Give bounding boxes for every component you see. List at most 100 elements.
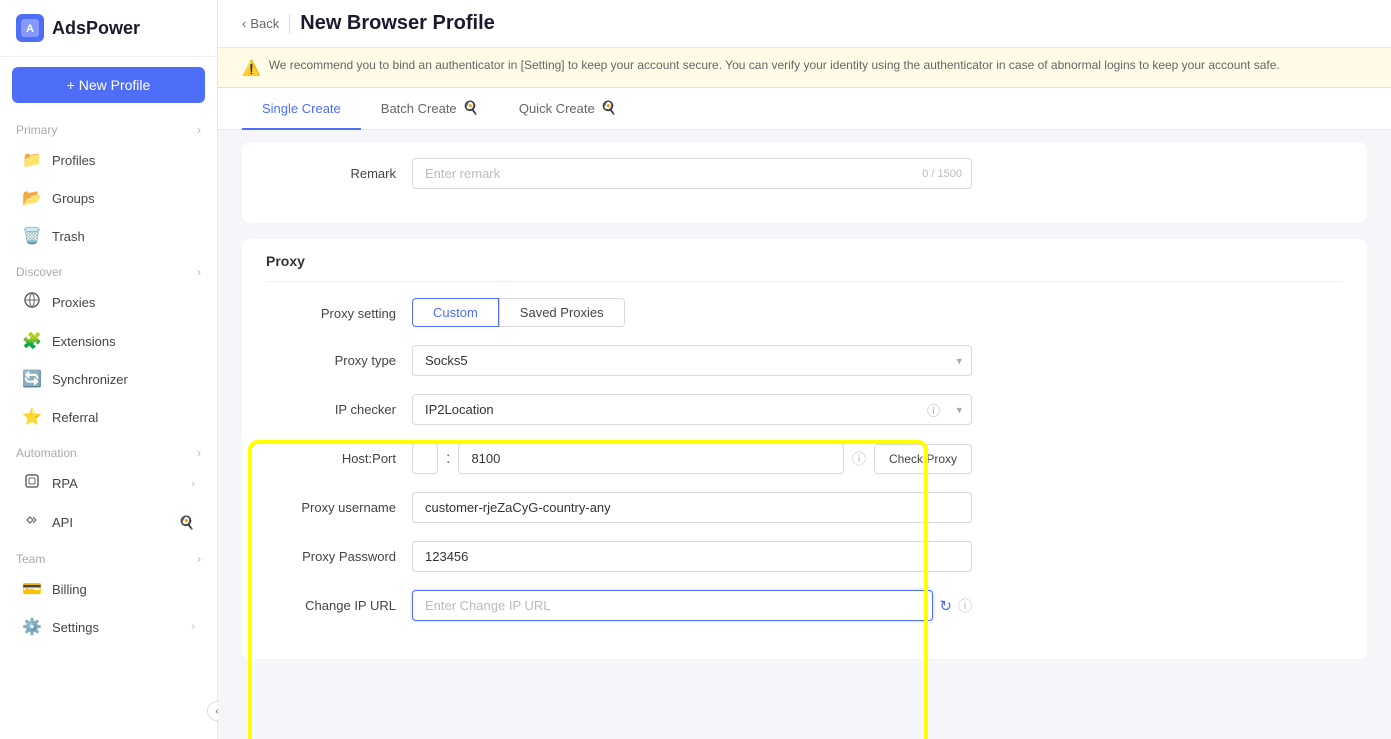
ip-checker-select-wrapper: IP2Location ipinfo.io ipapi.co ⓘ ▾	[412, 394, 972, 425]
host-port-label: Host:Port	[266, 443, 396, 466]
tab-batch-create[interactable]: Batch Create 🍳	[361, 88, 499, 130]
proxy-type-select[interactable]: Socks5 HTTP HTTPS SOCKS4	[412, 345, 972, 376]
ip-checker-control: IP2Location ipinfo.io ipapi.co ⓘ ▾	[412, 394, 972, 425]
new-profile-button[interactable]: + New Profile	[12, 67, 205, 103]
warning-icon: ⚠️	[242, 59, 261, 77]
port-input[interactable]	[458, 443, 844, 474]
proxy-password-row: Proxy Password	[266, 541, 1343, 572]
proxy-section: Proxy Proxy setting Custom Saved Proxies…	[242, 239, 1367, 659]
back-button[interactable]: ‹ Back	[242, 16, 279, 31]
trash-icon: 🗑️	[22, 226, 42, 246]
sidebar-item-label: Profiles	[52, 153, 95, 168]
refresh-icon[interactable]: ↻	[939, 597, 952, 615]
tab-batch-label: Batch Create	[381, 101, 457, 116]
section-primary: Primary ›	[0, 113, 217, 141]
proxy-username-input[interactable]	[412, 492, 972, 523]
sidebar-item-label: Settings	[52, 620, 99, 635]
change-ip-info-icon[interactable]: ⓘ	[958, 596, 972, 616]
groups-icon: 📂	[22, 188, 42, 208]
header-divider	[289, 14, 290, 34]
remark-input[interactable]	[412, 158, 972, 189]
proxy-type-label: Proxy type	[266, 345, 396, 368]
change-ip-input[interactable]	[412, 590, 933, 621]
proxy-password-label: Proxy Password	[266, 541, 396, 564]
host-port-input-group: : ⓘ Check Proxy	[412, 443, 972, 474]
arrow-icon: ›	[191, 478, 195, 490]
sidebar-item-label: API	[52, 515, 73, 530]
profiles-icon: 📁	[22, 150, 42, 170]
header: ‹ Back New Browser Profile	[218, 0, 1391, 48]
sidebar-item-billing[interactable]: 💳 Billing	[6, 570, 211, 608]
referral-icon: ⭐	[22, 407, 42, 427]
settings-arrow: ›	[191, 621, 195, 633]
api-badge: 🍳	[179, 515, 195, 531]
section-automation: Automation ›	[0, 436, 217, 464]
sidebar-item-groups[interactable]: 📂 Groups	[6, 179, 211, 217]
proxy-password-control	[412, 541, 972, 572]
main-area: ‹ Back New Browser Profile ⚠️ We recomme…	[218, 0, 1391, 739]
proxy-setting-control: Custom Saved Proxies	[412, 298, 972, 327]
remark-row: Remark 0 / 1500	[266, 158, 1343, 189]
sidebar-item-api[interactable]: API 🍳	[6, 503, 211, 542]
section-discover: Discover ›	[0, 255, 217, 283]
proxy-username-row: Proxy username	[266, 492, 1343, 523]
sidebar-item-extensions[interactable]: 🧩 Extensions	[6, 322, 211, 360]
remark-count: 0 / 1500	[922, 168, 962, 180]
proxy-type-row: Proxy type Socks5 HTTP HTTPS SOCKS4 ▾	[266, 345, 1343, 376]
sidebar-item-label: Trash	[52, 229, 85, 244]
tab-single-label: Single Create	[262, 101, 341, 116]
synchronizer-icon: 🔄	[22, 369, 42, 389]
ip-checker-label: IP checker	[266, 394, 396, 417]
batch-emoji: 🍳	[463, 100, 479, 116]
sidebar-item-label: Proxies	[52, 295, 95, 310]
sidebar-item-rpa[interactable]: RPA ›	[6, 464, 211, 503]
logo-area: A AdsPower	[0, 0, 217, 57]
host-port-control: : ⓘ Check Proxy	[412, 443, 972, 474]
saved-proxies-button[interactable]: Saved Proxies	[499, 298, 625, 327]
tab-single-create[interactable]: Single Create	[242, 88, 361, 130]
remark-input-wrapper: 0 / 1500	[412, 158, 972, 189]
back-arrow-icon: ‹	[242, 16, 246, 31]
sidebar-item-profiles[interactable]: 📁 Profiles	[6, 141, 211, 179]
check-proxy-button[interactable]: Check Proxy	[874, 444, 972, 474]
sidebar: A AdsPower + New Profile Primary › 📁 Pro…	[0, 0, 218, 739]
ip-checker-row: IP checker IP2Location ipinfo.io ipapi.c…	[266, 394, 1343, 425]
sidebar-item-label: Groups	[52, 191, 95, 206]
section-team: Team ›	[0, 542, 217, 570]
proxy-type-control: Socks5 HTTP HTTPS SOCKS4 ▾	[412, 345, 972, 376]
api-icon	[22, 512, 42, 533]
sidebar-item-label: RPA	[52, 476, 78, 491]
sidebar-item-label: Synchronizer	[52, 372, 128, 387]
host-port-info-icon[interactable]: ⓘ	[852, 449, 866, 469]
sidebar-item-settings[interactable]: ⚙️ Settings ›	[6, 608, 211, 646]
sidebar-item-label: Referral	[52, 410, 98, 425]
remark-label: Remark	[266, 158, 396, 181]
tab-quick-label: Quick Create	[519, 101, 595, 116]
warning-text: We recommend you to bind an authenticato…	[269, 58, 1280, 72]
back-label: Back	[250, 16, 279, 31]
quick-emoji: 🍳	[601, 100, 617, 116]
rpa-icon	[22, 473, 42, 494]
sidebar-item-label: Extensions	[52, 334, 116, 349]
tab-quick-create[interactable]: Quick Create 🍳	[499, 88, 637, 130]
ip-checker-select[interactable]: IP2Location ipinfo.io ipapi.co	[412, 394, 972, 425]
host-port-row: Host:Port : ⓘ Check Proxy	[266, 443, 1343, 474]
proxy-section-title: Proxy	[266, 239, 1343, 282]
remark-section: Remark 0 / 1500	[242, 142, 1367, 223]
logo-icon: A	[16, 14, 44, 42]
sidebar-item-synchronizer[interactable]: 🔄 Synchronizer	[6, 360, 211, 398]
content-area: Single Create Batch Create 🍳 Quick Creat…	[218, 88, 1391, 739]
change-ip-row: Change IP URL ↻ ⓘ	[266, 590, 1343, 621]
change-ip-input-group: ↻ ⓘ	[412, 590, 972, 621]
proxy-type-select-wrapper: Socks5 HTTP HTTPS SOCKS4 ▾	[412, 345, 972, 376]
proxy-username-label: Proxy username	[266, 492, 396, 515]
host-input[interactable]	[412, 443, 438, 474]
logo-text: AdsPower	[52, 18, 140, 39]
custom-proxy-button[interactable]: Custom	[412, 298, 499, 327]
sidebar-item-referral[interactable]: ⭐ Referral	[6, 398, 211, 436]
sidebar-item-label: Billing	[52, 582, 87, 597]
svg-text:A: A	[26, 23, 34, 35]
sidebar-item-trash[interactable]: 🗑️ Trash	[6, 217, 211, 255]
proxy-password-input[interactable]	[412, 541, 972, 572]
sidebar-item-proxies[interactable]: Proxies	[6, 283, 211, 322]
